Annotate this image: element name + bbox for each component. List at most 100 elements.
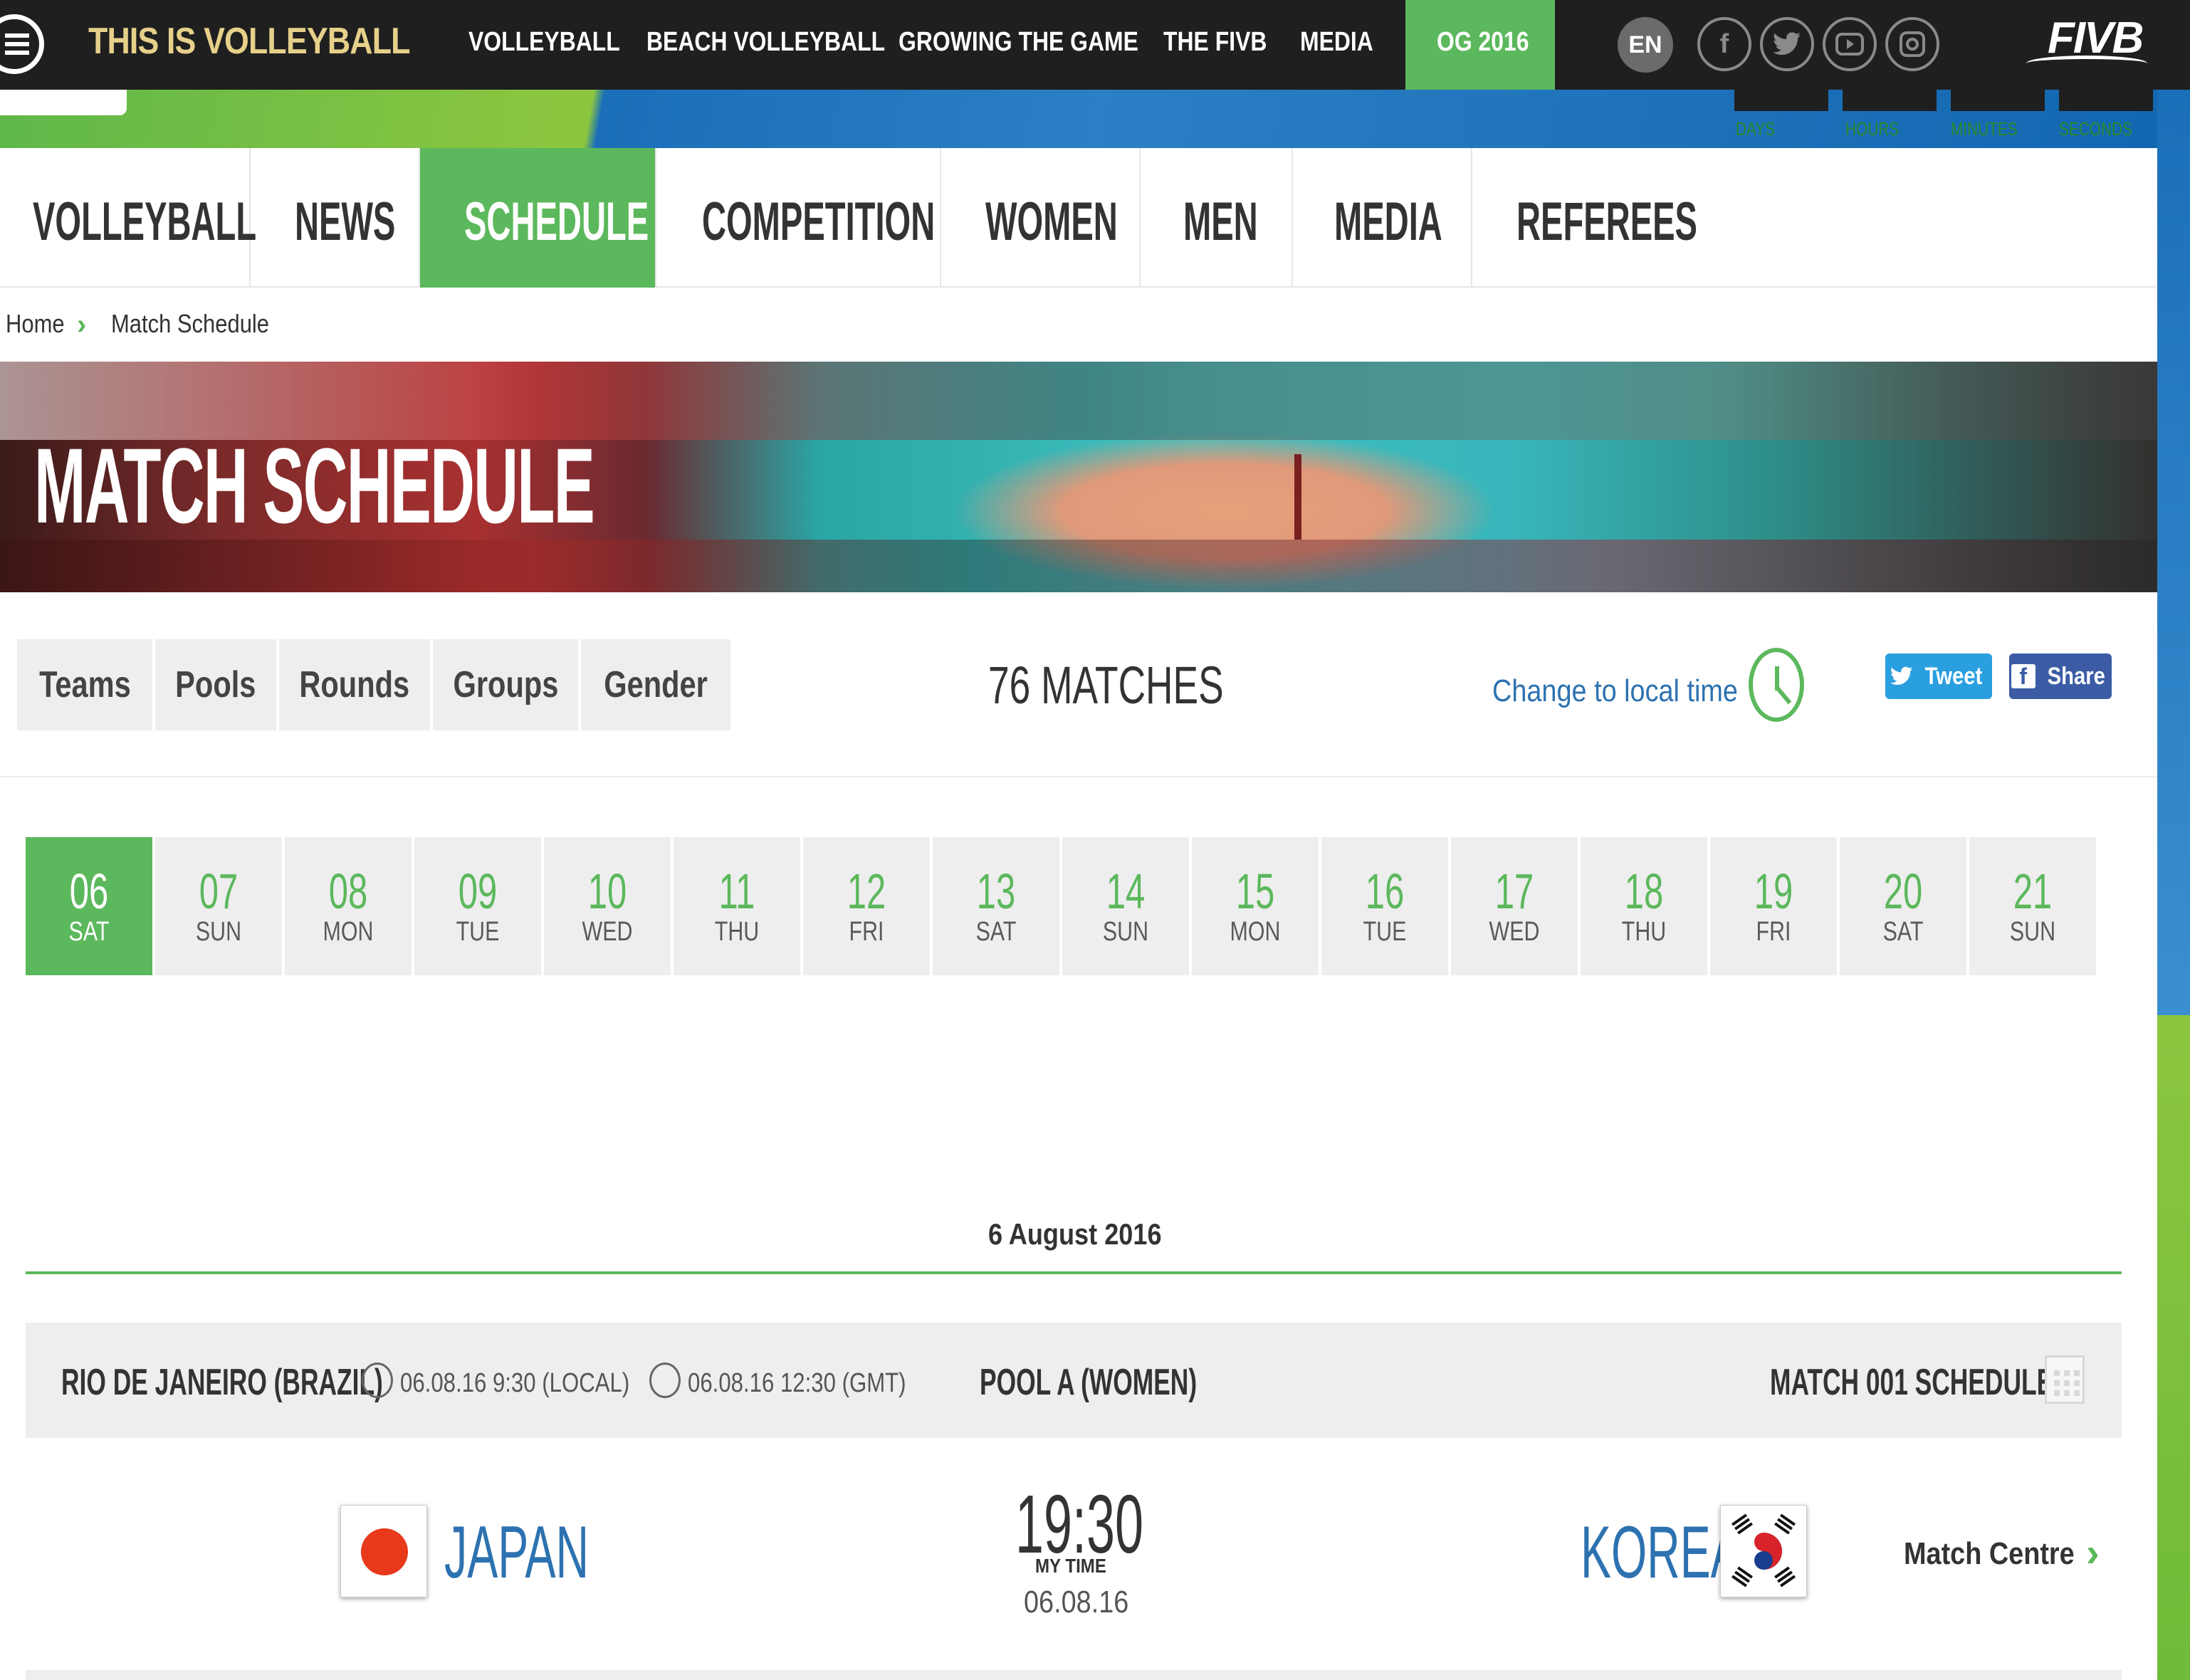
filter-gender[interactable]: Gender xyxy=(581,639,730,730)
tab-schedule-label[interactable]: SCHEDULE xyxy=(464,191,649,253)
countdown-hours-label: HOURS xyxy=(1845,118,1900,140)
date-tab-weekday[interactable]: SUN xyxy=(1982,917,2083,947)
date-tab-day[interactable]: 07 xyxy=(174,863,263,920)
hero-banner-image: MATCH SCHEDULE xyxy=(0,362,2157,592)
date-tab-weekday[interactable]: THU xyxy=(1593,917,1694,947)
match-count: 76 MATCHES xyxy=(988,656,1224,715)
tab-media-label[interactable]: MEDIA xyxy=(1334,191,1442,253)
youtube-icon[interactable] xyxy=(1823,17,1877,71)
date-tab-10[interactable]: 10 WED xyxy=(544,837,671,975)
date-tab-day[interactable]: 18 xyxy=(1600,863,1689,920)
date-tab-07[interactable]: 07 SUN xyxy=(155,837,282,975)
topnav-volleyball[interactable]: VOLLEYBALL xyxy=(468,27,620,58)
brand-logo[interactable]: THIS IS VOLLEYBALL xyxy=(88,20,410,63)
filter-teams[interactable]: Teams xyxy=(17,639,152,730)
date-tab-day[interactable]: 14 xyxy=(1081,863,1170,920)
date-tab-day[interactable]: 09 xyxy=(434,863,523,920)
date-tab-09[interactable]: 09 TUE xyxy=(414,837,541,975)
calendar-icon[interactable] xyxy=(2045,1355,2085,1404)
date-tab-weekday[interactable]: SUN xyxy=(168,917,269,947)
date-tab-day[interactable]: 12 xyxy=(822,863,911,920)
twitter-icon[interactable] xyxy=(1760,17,1814,71)
share-button[interactable]: f Share xyxy=(2009,653,2112,699)
date-tab-weekday[interactable]: WED xyxy=(1464,917,1565,947)
chevron-right-icon: › xyxy=(77,309,87,340)
match-centre-link[interactable]: Match Centre xyxy=(1904,1536,2075,1572)
filter-rounds-label[interactable]: Rounds xyxy=(300,663,410,706)
date-tab-weekday[interactable]: THU xyxy=(686,917,787,947)
countdown-days-box xyxy=(1734,90,1828,111)
tab-news-label[interactable]: NEWS xyxy=(295,191,395,253)
date-tab-weekday[interactable]: SUN xyxy=(1075,917,1176,947)
share-label[interactable]: Share xyxy=(2047,663,2105,691)
date-tab-weekday[interactable]: FRI xyxy=(1723,917,1824,947)
tab-women-label[interactable]: WOMEN xyxy=(985,191,1118,253)
topnav-beach-volleyball[interactable]: BEACH VOLLEYBALL xyxy=(646,27,885,58)
tab-volleyball-label[interactable]: VOLLEYBALL xyxy=(33,191,256,253)
filter-pools-label[interactable]: Pools xyxy=(175,663,256,706)
language-selector[interactable]: EN xyxy=(1618,17,1673,73)
date-tab-day[interactable]: 06 xyxy=(45,863,134,920)
filter-groups-label[interactable]: Groups xyxy=(453,663,558,706)
date-tab-19[interactable]: 19 FRI xyxy=(1710,837,1837,975)
topnav-growing-the-game[interactable]: GROWING THE GAME xyxy=(898,27,1138,58)
date-tab-day[interactable]: 13 xyxy=(952,863,1041,920)
date-tab-08[interactable]: 08 MON xyxy=(285,837,412,975)
date-tab-weekday[interactable]: SAT xyxy=(945,917,1047,947)
breadcrumb-current: Match Schedule xyxy=(111,309,270,338)
date-tab-day[interactable]: 16 xyxy=(1341,863,1430,920)
tweet-label[interactable]: Tweet xyxy=(1925,663,1983,691)
date-tab-weekday[interactable]: WED xyxy=(557,917,658,947)
date-tab-12[interactable]: 12 FRI xyxy=(803,837,930,975)
date-tab-day[interactable]: 11 xyxy=(693,863,782,920)
date-tab-day[interactable]: 17 xyxy=(1470,863,1559,920)
date-tab-day[interactable]: 08 xyxy=(304,863,393,920)
breadcrumb-home[interactable]: Home xyxy=(6,309,65,339)
clock-icon[interactable] xyxy=(1749,648,1804,722)
date-tab-14[interactable]: 14 SUN xyxy=(1062,837,1189,975)
date-tab-day[interactable]: 10 xyxy=(563,863,652,920)
date-tab-13[interactable]: 13 SAT xyxy=(933,837,1059,975)
home-team[interactable]: JAPAN xyxy=(444,1511,589,1595)
tweet-button[interactable]: Tweet xyxy=(1885,653,1992,699)
date-tab-day[interactable]: 19 xyxy=(1729,863,1818,920)
date-tab-17[interactable]: 17 WED xyxy=(1451,837,1578,975)
date-tab-weekday[interactable]: SAT xyxy=(38,917,140,947)
filter-groups[interactable]: Groups xyxy=(433,639,578,730)
date-tab-16[interactable]: 16 TUE xyxy=(1321,837,1448,975)
date-tab-15[interactable]: 15 MON xyxy=(1192,837,1319,975)
filter-gender-label[interactable]: Gender xyxy=(604,663,708,706)
date-tab-day[interactable]: 20 xyxy=(1859,863,1948,920)
facebook-icon[interactable]: f xyxy=(1697,17,1751,71)
date-tab-18[interactable]: 18 THU xyxy=(1581,837,1707,975)
instagram-icon[interactable] xyxy=(1885,17,1939,71)
chevron-right-icon[interactable]: › xyxy=(2086,1529,2100,1575)
date-tab-21[interactable]: 21 SUN xyxy=(1969,837,2096,975)
change-local-time-link[interactable]: Change to local time xyxy=(1492,673,1738,709)
date-tab-weekday[interactable]: MON xyxy=(298,917,399,947)
date-tab-day[interactable]: 15 xyxy=(1211,863,1300,920)
date-tab-weekday[interactable]: TUE xyxy=(1334,917,1435,947)
topnav-og-2016-label[interactable]: OG 2016 xyxy=(1437,27,1529,58)
date-tab-weekday[interactable]: SAT xyxy=(1853,917,1954,947)
match-venue: RIO DE JANEIRO (BRAZIL) xyxy=(61,1362,383,1403)
date-tab-06[interactable]: 06 SAT xyxy=(26,837,152,975)
date-tab-20[interactable]: 20 SAT xyxy=(1840,837,1966,975)
tab-referees-label[interactable]: REFEREES xyxy=(1516,191,1697,253)
filter-pools[interactable]: Pools xyxy=(155,639,276,730)
filter-rounds[interactable]: Rounds xyxy=(279,639,430,730)
match-pool: POOL A (WOMEN) xyxy=(980,1362,1198,1403)
date-tab-weekday[interactable]: FRI xyxy=(816,917,917,947)
date-tab-day[interactable]: 21 xyxy=(1989,863,2078,920)
facebook-icon: f xyxy=(2011,663,2036,689)
topnav-the-fivb[interactable]: THE FIVB xyxy=(1163,27,1267,58)
date-tab-11[interactable]: 11 THU xyxy=(674,837,800,975)
clock-icon xyxy=(362,1363,393,1398)
tab-men-label[interactable]: MEN xyxy=(1183,191,1258,253)
date-tab-weekday[interactable]: MON xyxy=(1205,917,1306,947)
away-team[interactable]: KOREA xyxy=(1581,1511,1741,1595)
tab-competition-label[interactable]: COMPETITION xyxy=(702,191,935,253)
topnav-media[interactable]: MEDIA xyxy=(1300,27,1373,58)
filter-teams-label[interactable]: Teams xyxy=(39,663,131,706)
date-tab-weekday[interactable]: TUE xyxy=(427,917,528,947)
